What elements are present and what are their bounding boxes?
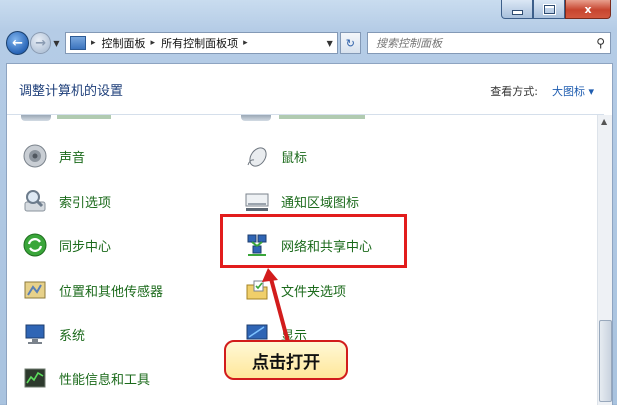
scroll-up-icon[interactable]: ▲ [601,117,607,126]
breadcrumb-all-items[interactable]: 所有控制面板项 [161,35,238,51]
partial-item-label [57,115,111,119]
refresh-icon: ↻ [345,36,356,50]
address-dropdown-icon[interactable]: ▼ [327,39,333,48]
item-label: 系统 [59,328,86,344]
control-panel-icon [70,36,87,50]
callout-label: 点击打开 [224,340,348,380]
list-item-indexing-options[interactable]: 索引选项 [21,186,111,216]
list-item-performance[interactable]: 性能信息和工具 [21,363,150,393]
breadcrumb-separator-icon[interactable]: ▸ [243,38,248,48]
refresh-button[interactable]: ↻ [339,32,362,54]
breadcrumb-control-panel[interactable]: 控制面板 [102,35,146,51]
minimize-icon [511,9,523,15]
speaker-icon [21,142,49,170]
notification-area-icon [243,187,271,215]
maximize-button[interactable] [533,0,565,19]
folder-options-icon [243,276,271,304]
forward-arrow-icon: → [35,35,47,51]
maximize-icon [543,4,555,14]
list-item-folder-options[interactable]: 文件夹选项 [243,275,346,305]
list-item-notification-icons[interactable]: 通知区域图标 [243,186,359,216]
item-label: 性能信息和工具 [59,372,151,388]
view-by-label: 查看方式: [490,85,538,98]
breadcrumb-separator-icon[interactable]: ▸ [91,38,96,48]
breadcrumb-separator-icon[interactable]: ▸ [151,38,156,48]
back-arrow-icon: ← [12,35,24,51]
page-title: 调整计算机的设置 [19,84,124,99]
close-button[interactable]: x [565,0,611,19]
recent-pages-dropdown-icon[interactable]: ▼ [53,39,61,48]
window-caption-buttons: x [501,0,611,19]
forward-button[interactable]: → [30,32,52,54]
list-item-mouse[interactable]: 鼠标 [243,141,307,171]
partial-item-icon [241,115,271,121]
item-label: 索引选项 [59,195,112,211]
partial-item-icon [21,115,51,121]
view-by-dropdown[interactable]: 大图标 ▾ [552,83,594,99]
item-label: 文件夹选项 [281,284,347,300]
computer-icon [21,320,49,348]
mouse-icon [243,142,271,170]
navigation-bar: ← → ▼ ▸ 控制面板 ▸ 所有控制面板项 ▸ ▼ ↻ ⚲ [6,30,611,56]
search-input[interactable] [374,35,589,51]
list-item-sound[interactable]: 声音 [21,141,85,171]
list-item-location-sensors[interactable]: 位置和其他传感器 [21,275,163,305]
item-label: 同步中心 [59,239,112,255]
list-item-sync-center[interactable]: 同步中心 [21,230,111,260]
location-sensor-icon [21,276,49,304]
partial-item-label [279,115,365,119]
minimize-button[interactable] [501,0,533,19]
item-label: 位置和其他传感器 [59,284,164,300]
sync-icon [21,231,49,259]
item-label: 通知区域图标 [281,195,360,211]
content-header: 调整计算机的设置 查看方式: 大图标 ▾ [7,64,612,114]
scrollbar-thumb[interactable] [599,320,612,402]
address-bar[interactable]: ▸ 控制面板 ▸ 所有控制面板项 ▸ ▼ [65,32,338,54]
close-icon: x [584,2,592,16]
network-sharing-highlight-box [220,214,407,268]
back-button[interactable]: ← [6,31,30,55]
search-icon[interactable]: ⚲ [596,36,605,50]
list-item-system[interactable]: 系统 [21,319,85,349]
item-label: 声音 [59,150,86,166]
performance-icon [21,364,49,392]
control-panel-window: x ← → ▼ ▸ 控制面板 ▸ 所有控制面板项 ▸ ▼ ↻ ⚲ 调整计算机的设… [0,0,617,405]
search-box[interactable]: ⚲ [367,32,611,54]
index-search-icon [21,187,49,215]
vertical-scrollbar[interactable]: ▲ [597,115,612,405]
item-label: 鼠标 [281,150,308,166]
